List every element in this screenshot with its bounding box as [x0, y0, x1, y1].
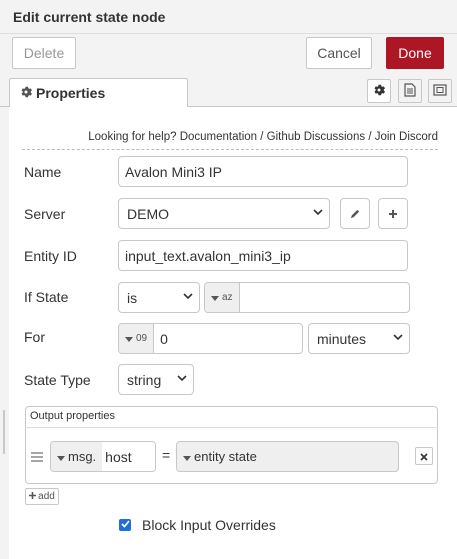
divider: [22, 149, 438, 150]
help-prefix: Looking for help?: [88, 131, 177, 143]
drag-handle-icon[interactable]: [31, 449, 43, 465]
gear-icon: [373, 83, 385, 99]
if-state-operator-select[interactable]: is: [118, 282, 200, 313]
document-icon: [404, 82, 416, 100]
caret-down-icon: [125, 333, 133, 345]
caret-down-icon: [57, 449, 65, 464]
name-field[interactable]: Avalon Mini3 IP: [118, 156, 408, 187]
tab-settings[interactable]: [367, 79, 391, 103]
caret-down-icon: [183, 449, 191, 464]
help-links: Looking for help? Documentation / Github…: [0, 131, 438, 143]
dialog-title: Edit current state node: [0, 0, 457, 34]
string-type-icon: az: [222, 292, 233, 303]
entity-id-value: input_text.avalon_mini3_ip: [125, 247, 291, 264]
tab-appearance[interactable]: [428, 79, 452, 103]
for-value-field[interactable]: 09 0: [118, 323, 303, 354]
tab-description[interactable]: [398, 79, 422, 103]
done-button[interactable]: Done: [386, 37, 444, 69]
if-state-label: If State: [24, 289, 69, 305]
type-selector-button[interactable]: msg.: [51, 442, 103, 471]
pencil-icon: [350, 206, 361, 222]
chevron-down-icon: [177, 374, 187, 385]
block-input-overrides-label: Block Input Overrides: [142, 517, 276, 533]
add-label: add: [38, 491, 55, 502]
for-unit-select[interactable]: minutes: [308, 323, 410, 354]
server-value: DEMO: [127, 205, 169, 222]
for-value: 0: [160, 330, 168, 347]
state-type-label: State Type: [24, 372, 91, 388]
remove-row-button[interactable]: [415, 447, 433, 465]
gear-icon: [20, 85, 32, 101]
equals-sign: =: [162, 447, 171, 463]
checkmark-icon: [120, 519, 130, 531]
if-state-operator-value: is: [127, 289, 138, 306]
chevron-down-icon: [393, 333, 403, 344]
plus-icon: [29, 491, 37, 502]
state-type-value: string: [127, 371, 162, 388]
server-select[interactable]: DEMO: [118, 198, 330, 229]
output-source-field[interactable]: entity state: [176, 441, 399, 472]
add-server-button[interactable]: [378, 198, 408, 229]
help-separator: /: [368, 131, 372, 143]
join-discord-link[interactable]: Join Discord: [375, 131, 438, 143]
documentation-link[interactable]: Documentation: [180, 131, 257, 143]
type-selector-button[interactable]: entity state: [177, 442, 260, 471]
add-output-button[interactable]: add: [25, 488, 59, 505]
server-label: Server: [24, 206, 66, 222]
for-unit-value: minutes: [317, 330, 367, 347]
output-properties-title: Output properties: [25, 406, 438, 428]
if-state-value-field[interactable]: az: [204, 282, 410, 313]
edit-server-button[interactable]: [340, 198, 370, 229]
type-selector-button[interactable]: az: [205, 283, 240, 312]
help-separator: /: [260, 131, 264, 143]
msg-prefix: msg.: [68, 449, 97, 464]
close-icon: [420, 448, 428, 464]
chevron-down-icon: [313, 208, 323, 219]
name-value: Avalon Mini3 IP: [125, 163, 223, 180]
chevron-down-icon: [183, 292, 193, 303]
tab-properties[interactable]: Properties: [9, 78, 188, 108]
cancel-button[interactable]: Cancel: [306, 37, 372, 69]
entity-id-label: Entity ID: [24, 248, 77, 264]
type-selector-button[interactable]: 09: [119, 324, 155, 353]
github-discussions-link[interactable]: Github Discussions: [267, 131, 365, 143]
delete-button[interactable]: Delete: [12, 37, 76, 69]
layout-icon: [433, 83, 447, 99]
state-type-select[interactable]: string: [118, 364, 194, 395]
plus-icon: [388, 206, 398, 222]
output-target-field[interactable]: msg. host: [50, 441, 156, 472]
entity-id-field[interactable]: input_text.avalon_mini3_ip: [118, 240, 408, 271]
name-label: Name: [24, 164, 62, 180]
output-target-value: host: [102, 442, 155, 471]
output-source-value: entity state: [194, 449, 257, 464]
caret-down-icon: [211, 292, 219, 304]
for-label: For: [24, 329, 45, 345]
number-type-icon: 09: [136, 333, 148, 344]
tab-properties-label: Properties: [36, 85, 106, 101]
block-input-overrides-checkbox[interactable]: [119, 519, 131, 531]
resize-handle[interactable]: [3, 410, 5, 454]
